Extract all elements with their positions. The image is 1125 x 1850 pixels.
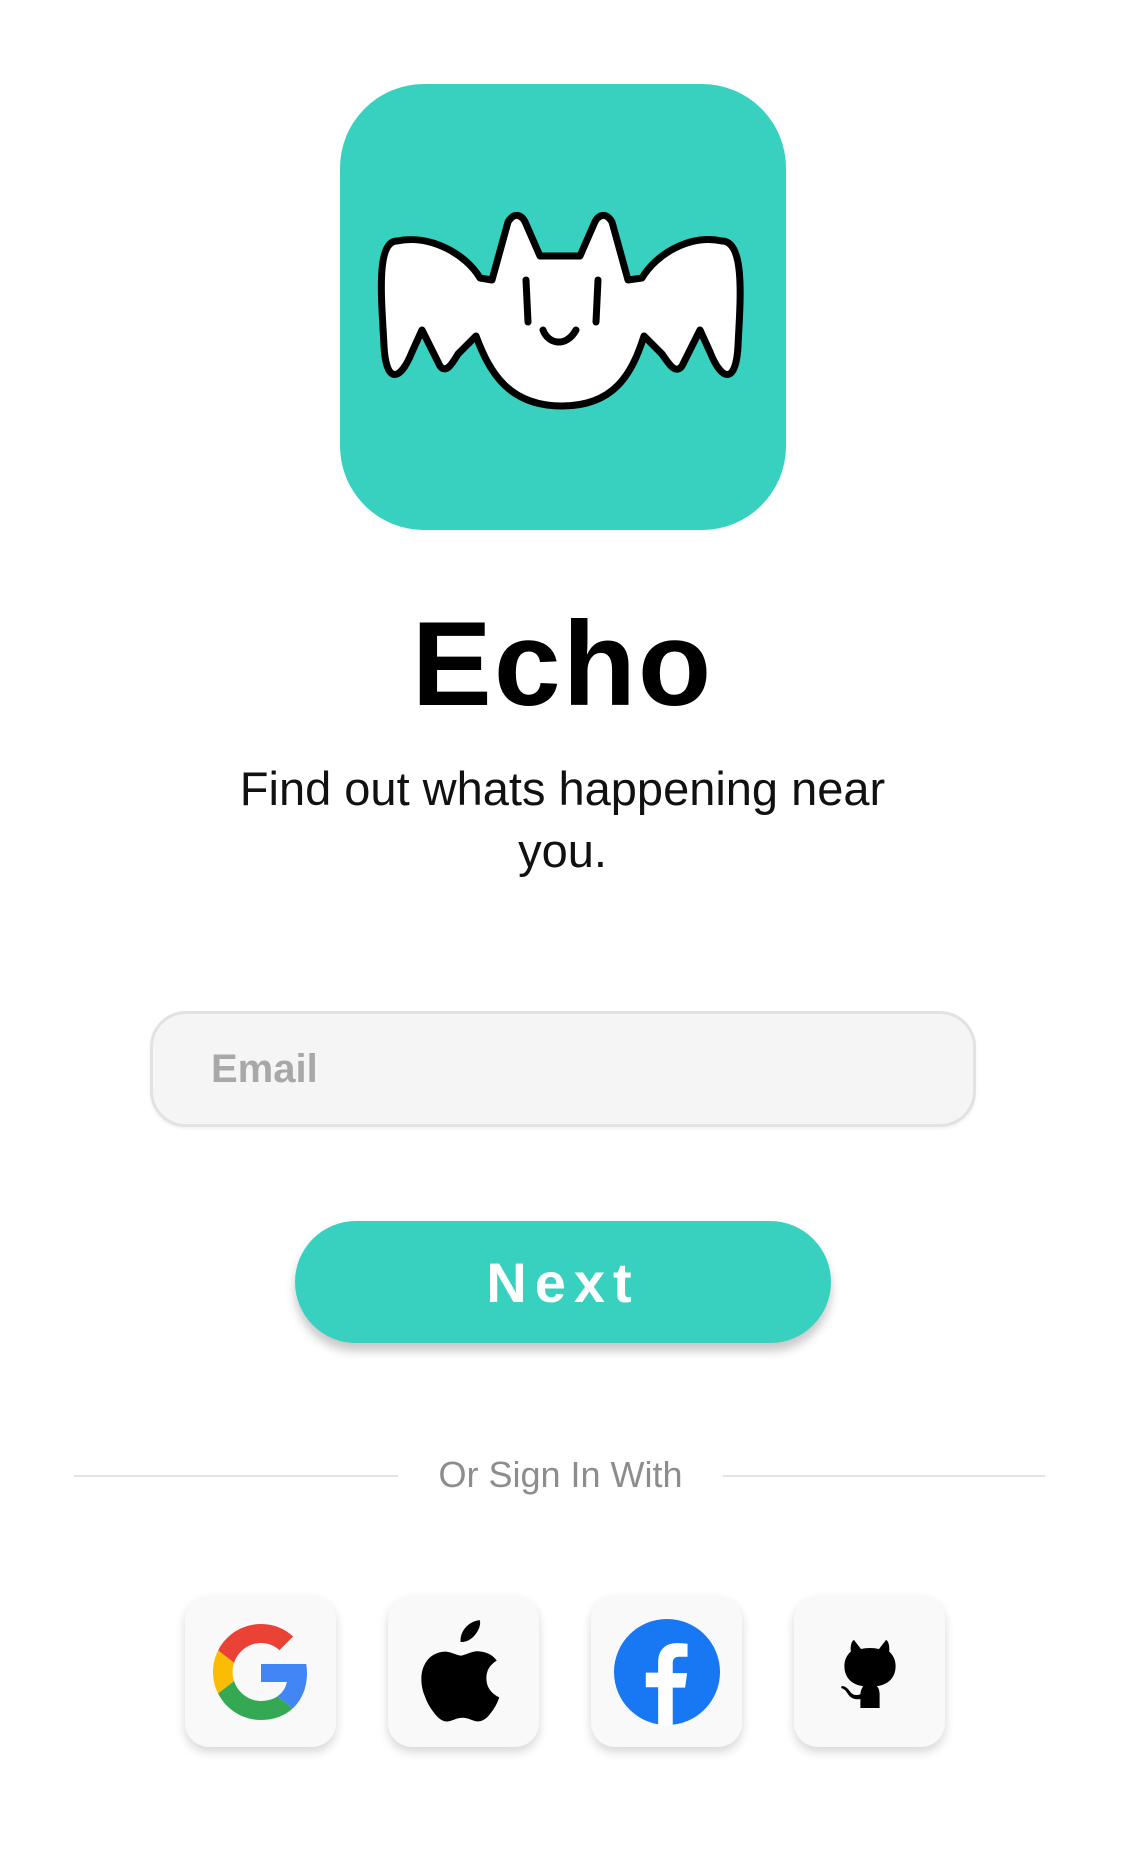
app-title: Echo (411, 597, 714, 731)
divider-line-right (723, 1475, 1045, 1477)
facebook-sign-in-button[interactable] (591, 1596, 742, 1747)
github-icon (840, 1639, 896, 1708)
bat-logo-icon (377, 212, 744, 410)
divider-text: Or Sign In With (438, 1454, 683, 1495)
divider-line-left (74, 1475, 398, 1477)
tagline: Find out whats happening near you. (239, 762, 886, 877)
email-field[interactable] (150, 1011, 976, 1127)
github-sign-in-button[interactable] (794, 1596, 945, 1747)
apple-icon (420, 1619, 499, 1722)
apple-sign-in-button[interactable] (388, 1596, 539, 1747)
google-sign-in-button[interactable] (185, 1596, 336, 1747)
facebook-icon (613, 1618, 720, 1725)
google-icon (212, 1623, 307, 1720)
app-logo (340, 84, 786, 530)
next-button[interactable]: Next (295, 1221, 831, 1343)
